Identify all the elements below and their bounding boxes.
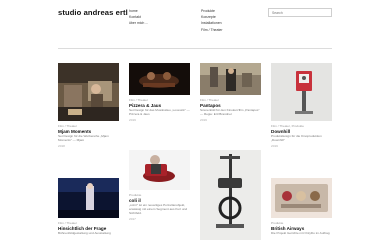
project-card-sculpture[interactable] <box>200 150 261 240</box>
project-card-hinsichtlich[interactable]: Film / Theater Hinsichtlich der Frage Bü… <box>58 178 119 236</box>
nav-primary: home Kontakt über mich ... <box>129 8 148 27</box>
project-card-pantapos[interactable]: Film / Theater Pantapos Szenenbild für d… <box>200 63 261 122</box>
project-category: Produkte <box>271 221 284 225</box>
project-category: Film / Theater <box>200 98 220 102</box>
nav-categories: Produkte Konzepte Installationen Film / … <box>201 8 223 33</box>
project-category: Film / Theater <box>58 221 78 225</box>
project-thumbnail-pantapos[interactable] <box>200 63 261 95</box>
project-description: Set Design für das Musikvideo „Lovesick"… <box>129 108 190 116</box>
project-thumbnail-coli[interactable] <box>129 150 190 190</box>
project-description: Bühnenbildgestaltung und Ausstattung <box>58 231 111 236</box>
nav-link-installationen[interactable]: Installationen <box>201 20 223 26</box>
project-year: 2018 <box>58 144 65 149</box>
project-year: 2019 <box>200 118 207 123</box>
project-card-pizzera[interactable]: Film / Theater Pizzera & Jaus Set Design… <box>129 63 190 122</box>
nav-link-film-theater[interactable]: Film / Theater <box>201 27 223 33</box>
project-description: Produktdesign für die Kinoproduktion „Do… <box>271 134 322 142</box>
nav-link-about[interactable]: über mich ... <box>129 20 148 26</box>
project-card-downhill[interactable]: Film / Theater, Produkte Downhill Produk… <box>271 63 332 148</box>
project-description: Set Design für die Werbereihe „Mjam Mome… <box>58 134 109 142</box>
project-thumbnail-sculpture[interactable] <box>200 150 261 240</box>
project-card-british-airways[interactable]: Produkte British Airways Die Projekt Ger… <box>271 178 332 236</box>
project-description: Szenenbild für den Kinokurzfilm „Pantapo… <box>200 108 260 116</box>
header-divider <box>58 48 332 49</box>
project-thumbnail-downhill[interactable] <box>271 63 332 121</box>
project-category: Film / Theater <box>58 124 78 128</box>
project-year: 2019 <box>271 144 278 149</box>
project-thumbnail-british-airways[interactable] <box>271 178 332 218</box>
project-category: Film / Theater, Produkte <box>271 124 304 128</box>
project-thumbnail-pizzera[interactable] <box>129 63 190 95</box>
project-category: Film / Theater <box>129 98 149 102</box>
project-description: „coli il" ist ein neuartiges Porzellanob… <box>129 203 188 215</box>
site-title[interactable]: studio andreas ertl <box>58 8 128 17</box>
project-thumbnail-hinsichtlich[interactable] <box>58 178 119 218</box>
search-input[interactable] <box>268 8 332 17</box>
project-thumbnail-mjam[interactable] <box>58 63 119 121</box>
project-year: 2017 <box>129 217 136 222</box>
project-category: Produkte <box>129 193 142 197</box>
project-year: 2019 <box>129 118 136 123</box>
project-description: Die Projekt Gerichte mit OnlyDo im Auftr… <box>271 231 330 236</box>
project-card-coli[interactable]: Produkte coli il „coli il" ist ein neuar… <box>129 150 190 221</box>
project-card-mjam[interactable]: Film / Theater Mjam Moments Set Design f… <box>58 63 119 148</box>
